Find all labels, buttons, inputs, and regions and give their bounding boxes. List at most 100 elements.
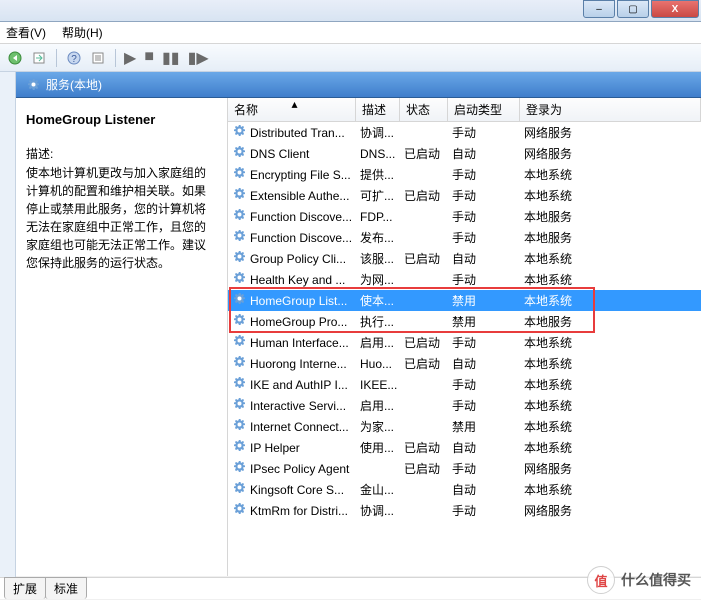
service-name: Group Policy Cli... <box>250 252 346 266</box>
service-login: 本地系统 <box>524 187 701 204</box>
help-icon[interactable]: ? <box>65 49 83 67</box>
service-icon <box>232 187 246 204</box>
service-row[interactable]: Extensible Authe...可扩...已启动手动本地系统 <box>228 185 701 206</box>
service-name: Extensible Authe... <box>250 189 349 203</box>
service-name: Encrypting File S... <box>250 168 351 182</box>
service-row[interactable]: Function Discove...发布...手动本地服务 <box>228 227 701 248</box>
pause-icon[interactable]: ▮▮ <box>162 48 180 68</box>
play-icon[interactable]: ▶ <box>124 48 136 68</box>
service-state: 已启动 <box>404 334 452 351</box>
col-desc[interactable]: 描述 <box>356 98 400 121</box>
service-desc: 金山... <box>360 481 404 498</box>
col-start[interactable]: 启动类型 <box>448 98 520 121</box>
service-icon <box>232 208 246 225</box>
col-state[interactable]: 状态 <box>400 98 448 121</box>
service-desc: 使用... <box>360 439 404 456</box>
service-start: 手动 <box>452 124 524 141</box>
service-name: Interactive Servi... <box>250 399 346 413</box>
service-name: Kingsoft Core S... <box>250 483 344 497</box>
service-start: 手动 <box>452 397 524 414</box>
service-start: 禁用 <box>452 313 524 330</box>
service-icon <box>232 166 246 183</box>
service-row[interactable]: Interactive Servi...启用...手动本地系统 <box>228 395 701 416</box>
service-row[interactable]: Health Key and ...为网...手动本地系统 <box>228 269 701 290</box>
service-row[interactable]: KtmRm for Distri...协调...手动网络服务 <box>228 500 701 521</box>
minimize-button[interactable]: – <box>583 0 615 18</box>
service-desc: 提供... <box>360 166 404 183</box>
service-desc: 启用... <box>360 334 404 351</box>
export-icon[interactable] <box>30 49 48 67</box>
service-row[interactable]: HomeGroup List...使本...禁用本地系统 <box>228 290 701 311</box>
menu-help[interactable]: 帮助(H) <box>62 24 103 41</box>
service-desc: IKEE... <box>360 378 404 392</box>
service-start: 手动 <box>452 229 524 246</box>
service-icon <box>232 355 246 372</box>
service-row[interactable]: DNS ClientDNS...已启动自动网络服务 <box>228 143 701 164</box>
stop-icon[interactable]: ■ <box>144 48 154 68</box>
service-login: 网络服务 <box>524 145 701 162</box>
properties-icon[interactable] <box>89 49 107 67</box>
menu-view[interactable]: 查看(V) <box>6 24 46 41</box>
service-login: 网络服务 <box>524 502 701 519</box>
service-name: IPsec Policy Agent <box>250 462 349 476</box>
restart-icon[interactable]: ▮▶ <box>188 48 209 68</box>
service-row[interactable]: HomeGroup Pro...执行...禁用本地服务 <box>228 311 701 332</box>
service-name: IP Helper <box>250 441 300 455</box>
service-name: Function Discove... <box>250 231 352 245</box>
service-name: Health Key and ... <box>250 273 345 287</box>
service-start: 自动 <box>452 481 524 498</box>
client-area: 服务(本地) HomeGroup Listener 描述: 使本地计算机更改与加… <box>0 72 701 577</box>
gear-icon <box>26 78 40 92</box>
service-desc: FDP... <box>360 210 404 224</box>
service-row[interactable]: Human Interface...启用...已启动手动本地系统 <box>228 332 701 353</box>
close-button[interactable]: X <box>651 0 699 18</box>
service-name: KtmRm for Distri... <box>250 504 348 518</box>
service-name: Human Interface... <box>250 336 349 350</box>
service-name: Internet Connect... <box>250 420 349 434</box>
desc-label: 描述: <box>26 145 217 162</box>
service-name: HomeGroup List... <box>250 294 347 308</box>
service-login: 本地系统 <box>524 376 701 393</box>
service-login: 本地服务 <box>524 208 701 225</box>
back-icon[interactable] <box>6 49 24 67</box>
service-login: 本地服务 <box>524 313 701 330</box>
service-row[interactable]: Internet Connect...为家...禁用本地系统 <box>228 416 701 437</box>
service-row[interactable]: Huorong Interne...Huo...已启动自动本地系统 <box>228 353 701 374</box>
desc-text: 使本地计算机更改与加入家庭组的计算机的配置和维护相关联。如果停止或禁用此服务，您… <box>26 164 217 272</box>
service-row[interactable]: Kingsoft Core S...金山...自动本地系统 <box>228 479 701 500</box>
nav-band: 服务(本地) <box>16 72 701 98</box>
service-row[interactable]: Group Policy Cli...该服...已启动自动本地系统 <box>228 248 701 269</box>
service-row[interactable]: Function Discove...FDP...手动本地服务 <box>228 206 701 227</box>
list-body: Distributed Tran...协调...手动网络服务DNS Client… <box>228 122 701 521</box>
service-icon <box>232 145 246 162</box>
service-row[interactable]: IP Helper使用...已启动自动本地系统 <box>228 437 701 458</box>
service-desc: 协调... <box>360 502 404 519</box>
service-title: HomeGroup Listener <box>26 112 217 127</box>
tab-extended[interactable]: 扩展 <box>4 577 46 599</box>
service-row[interactable]: IPsec Policy Agent已启动手动网络服务 <box>228 458 701 479</box>
service-start: 自动 <box>452 250 524 267</box>
tab-standard[interactable]: 标准 <box>45 577 87 599</box>
service-row[interactable]: IKE and AuthIP I...IKEE...手动本地系统 <box>228 374 701 395</box>
service-login: 本地系统 <box>524 166 701 183</box>
service-name: DNS Client <box>250 147 309 161</box>
sort-asc-icon: ▴ <box>292 98 298 111</box>
service-name: HomeGroup Pro... <box>250 315 347 329</box>
col-name[interactable]: 名称 <box>234 101 258 118</box>
list-header[interactable]: 名称 ▴ 描述 状态 启动类型 登录为 <box>228 98 701 122</box>
service-name: IKE and AuthIP I... <box>250 378 348 392</box>
service-icon <box>232 229 246 246</box>
service-state: 已启动 <box>404 439 452 456</box>
maximize-button[interactable]: ▢ <box>617 0 649 18</box>
service-state: 已启动 <box>404 355 452 372</box>
service-desc: 协调... <box>360 124 404 141</box>
col-login[interactable]: 登录为 <box>520 98 701 121</box>
titlebar: – ▢ X <box>0 0 701 22</box>
service-desc: 该服... <box>360 250 404 267</box>
service-login: 本地系统 <box>524 334 701 351</box>
service-row[interactable]: Distributed Tran...协调...手动网络服务 <box>228 122 701 143</box>
service-state: 已启动 <box>404 460 452 477</box>
separator <box>115 49 116 67</box>
service-row[interactable]: Encrypting File S...提供...手动本地系统 <box>228 164 701 185</box>
service-start: 禁用 <box>452 418 524 435</box>
